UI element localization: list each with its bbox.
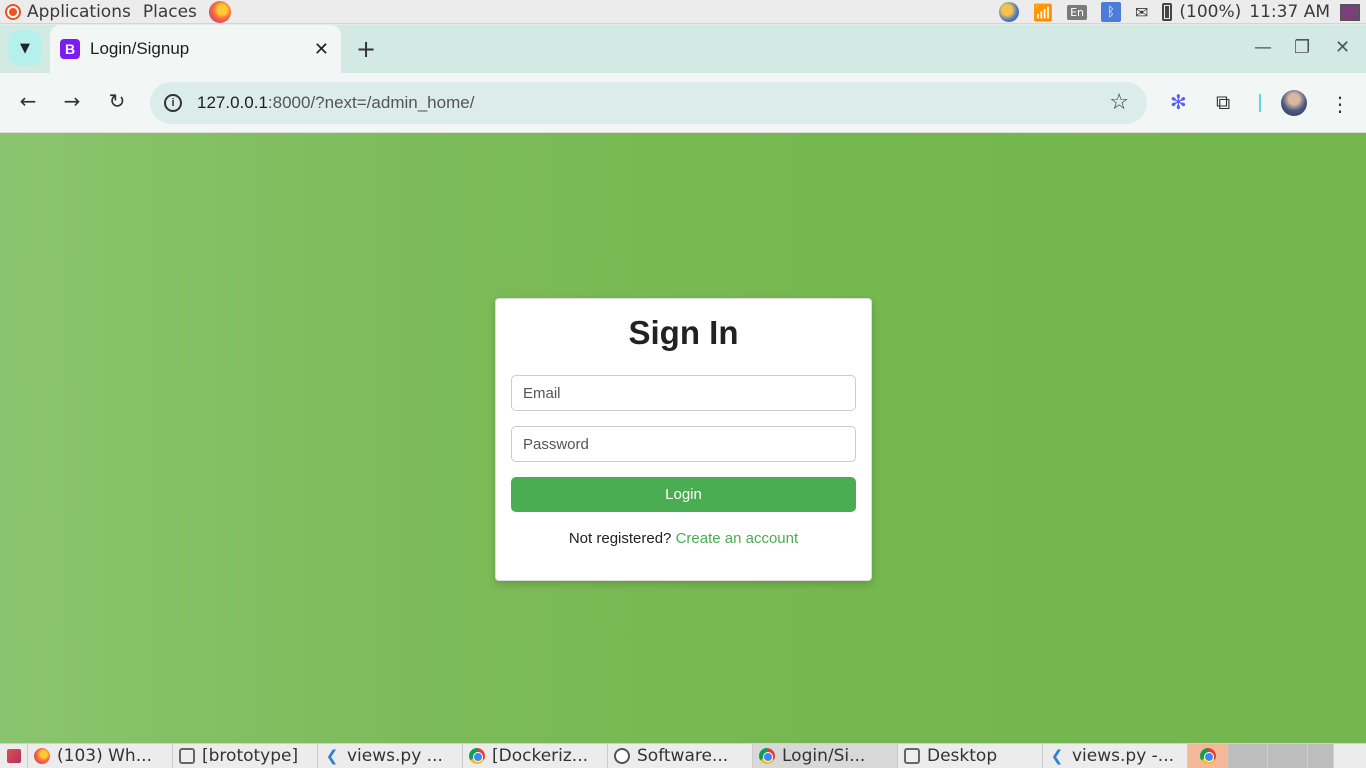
tab-login-signup[interactable]: B Login/Signup ✕ (50, 25, 341, 73)
battery-percentage: (100%) (1179, 2, 1242, 22)
toolbar-separator (1259, 94, 1261, 112)
taskbar-item-label: views.py ... (347, 746, 443, 766)
chrome-icon (759, 748, 775, 764)
battery-icon[interactable] (1162, 0, 1173, 24)
clock[interactable]: 11:37 AM (1249, 2, 1330, 22)
back-button[interactable]: ← (15, 89, 41, 113)
wifi-icon[interactable]: 📶 (1033, 0, 1053, 24)
new-tab-button[interactable]: + (354, 35, 378, 63)
chrome-icon (1199, 748, 1216, 764)
browser-tab-strip: ▼ B Login/Signup ✕ + — ❐ ✕ (0, 25, 1366, 73)
page-title: Sign In (628, 314, 739, 351)
forward-button[interactable]: → (59, 89, 85, 113)
profile-avatar[interactable] (1281, 90, 1307, 116)
system-top-panel: Applications Places 📶 En ᛒ ✉ (100%) 11:3… (0, 0, 1366, 24)
taskbar-item-label: [brototype] (202, 746, 299, 766)
taskbar-item[interactable]: Login/Si... (753, 743, 898, 768)
login-button[interactable]: Login (511, 477, 856, 512)
bottom-taskbar: (103) Wh... [brototype] ❮ views.py ... [D… (0, 743, 1366, 768)
workspace-switcher[interactable] (1268, 743, 1308, 768)
taskbar-item[interactable]: Desktop (898, 743, 1043, 768)
tab-title: Login/Signup (90, 39, 190, 58)
tab-search-button[interactable]: ▼ (8, 30, 42, 66)
taskbar-item-label: Software... (637, 746, 729, 766)
vscode-icon: ❮ (325, 747, 339, 765)
browser-menu-icon[interactable]: ⋮ (1330, 92, 1350, 116)
workspace-switcher[interactable] (1228, 743, 1268, 768)
show-desktop-icon (6, 749, 21, 763)
chevron-down-icon: ▼ (20, 40, 30, 56)
taskbar-item[interactable]: [Dockeriz... (463, 743, 608, 768)
site-info-icon[interactable]: i (164, 94, 182, 112)
url-text[interactable]: 127.0.0.1:8000/?next=/admin_home/ (197, 93, 474, 113)
login-card: Sign In Login Not registered? Create an … (495, 298, 872, 581)
bootstrap-favicon-icon: B (60, 39, 80, 59)
show-desktop-button[interactable] (0, 743, 28, 768)
url-path: :8000/?next=/admin_home/ (267, 93, 475, 112)
extensions-puzzle-icon[interactable]: ⧉ (1216, 90, 1230, 114)
software-icon (614, 748, 630, 764)
window-minimize-button[interactable]: — (1254, 37, 1272, 58)
vscode-icon: ❮ (1050, 747, 1064, 765)
extension-sparkle-icon[interactable]: ✻ (1170, 90, 1187, 114)
tab-close-icon[interactable]: ✕ (314, 39, 329, 60)
taskbar-item-label: (103) Wh... (57, 746, 152, 766)
display-icon[interactable] (1340, 3, 1360, 21)
network-globe-icon[interactable] (999, 0, 1020, 24)
workspace-switcher-active[interactable] (1188, 743, 1228, 768)
url-host: 127.0.0.1 (197, 93, 268, 112)
workspace-switcher[interactable] (1308, 743, 1334, 768)
taskbar-item-label: views.py -... (1072, 746, 1175, 766)
create-account-link[interactable]: Create an account (676, 530, 799, 547)
firefox-launcher-icon[interactable] (208, 0, 231, 23)
register-prompt: Not registered? (568, 530, 672, 547)
reload-button[interactable]: ↻ (104, 89, 130, 113)
ubuntu-logo-icon[interactable] (5, 3, 21, 20)
keyboard-layout-indicator[interactable]: En (1067, 0, 1088, 24)
window-icon (179, 748, 195, 764)
taskbar-item-label: Login/Si... (782, 746, 866, 766)
places-menu[interactable]: Places (143, 2, 197, 22)
email-field[interactable] (511, 375, 856, 411)
browser-toolbar: ← → ↻ i 127.0.0.1:8000/?next=/admin_home… (0, 73, 1366, 133)
window-icon (904, 748, 920, 764)
address-bar[interactable]: i 127.0.0.1:8000/?next=/admin_home/ ☆ (150, 82, 1147, 124)
taskbar-item[interactable]: (103) Wh... (28, 743, 173, 768)
taskbar-item[interactable]: ❮ views.py ... (318, 743, 463, 768)
register-prompt-line: Not registered? Create an account (496, 530, 871, 547)
bluetooth-icon[interactable]: ᛒ (1101, 0, 1122, 24)
bookmark-star-icon[interactable]: ☆ (1109, 90, 1129, 115)
taskbar-item-label: [Dockeriz... (492, 746, 589, 766)
mail-icon[interactable]: ✉ (1135, 0, 1148, 24)
chrome-icon (469, 748, 485, 764)
window-close-button[interactable]: ✕ (1335, 37, 1350, 58)
applications-menu[interactable]: Applications (27, 2, 131, 22)
firefox-icon (34, 748, 50, 764)
window-maximize-button[interactable]: ❐ (1294, 37, 1310, 58)
taskbar-item[interactable]: [brototype] (173, 743, 318, 768)
taskbar-item[interactable]: Software... (608, 743, 753, 768)
password-field[interactable] (511, 426, 856, 462)
taskbar-item[interactable]: ❮ views.py -... (1043, 743, 1188, 768)
page-background: Sign In Login Not registered? Create an … (0, 133, 1366, 743)
taskbar-item-label: Desktop (927, 746, 998, 766)
